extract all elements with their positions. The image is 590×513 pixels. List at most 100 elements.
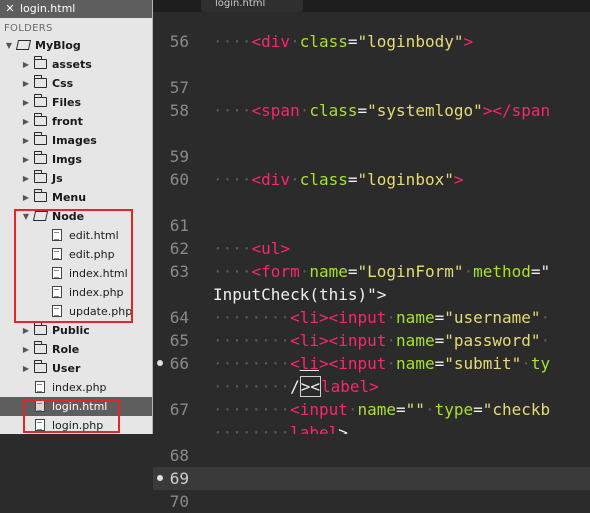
code-token: ········	[213, 308, 291, 327]
folder-icon	[33, 360, 47, 373]
code-token: ········	[213, 423, 291, 434]
close-icon[interactable]: ✕	[4, 3, 16, 15]
tree-folder-item[interactable]: ▶ Menu	[0, 188, 152, 207]
code-token: ><	[318, 331, 339, 350]
code-token: class	[299, 32, 348, 51]
code-token: ·	[386, 354, 397, 373]
code-token: ········	[213, 400, 291, 419]
open-file-label: login.html	[20, 2, 76, 15]
tab-label: login.html	[215, 0, 266, 9]
line-number: 62	[169, 239, 189, 258]
code-token: ty	[530, 354, 551, 373]
line-number: 65	[169, 331, 189, 350]
code-token: ·	[386, 331, 397, 350]
code-token: ·	[386, 308, 397, 327]
chevron-right-icon[interactable]: ▶	[21, 55, 31, 74]
code-token: input	[338, 308, 387, 327]
tree-item-label: Imgs	[52, 153, 82, 166]
code-token: ·	[424, 400, 435, 419]
chevron-right-icon[interactable]: ▶	[21, 112, 31, 131]
tree-item-label: index.php	[52, 381, 107, 394]
code-token: ="	[530, 262, 551, 281]
code-token: <ul>	[251, 239, 291, 258]
tree-folder-item[interactable]: ▶ Images	[0, 131, 152, 150]
sidebar: ✕ login.html FOLDERS ▼ MyBlog ▶ assets ▶ Css ▶…	[0, 0, 153, 434]
code-token: =	[347, 32, 358, 51]
chevron-right-icon[interactable]: ▶	[21, 74, 31, 93]
code-line: ····<div·class="loginbox">	[213, 168, 463, 191]
tree-folder-item[interactable]: ▶ User	[0, 359, 152, 378]
line-number: 69	[169, 469, 189, 488]
code-token: ><	[318, 354, 339, 373]
tree-folder-item[interactable]: ▶ Role	[0, 340, 152, 359]
tree-folder-item[interactable]: ▶ front	[0, 112, 152, 131]
code-token: <div	[251, 32, 291, 51]
folder-icon	[33, 151, 47, 164]
chevron-down-icon[interactable]: ▼	[4, 36, 14, 55]
folder-icon	[33, 341, 47, 354]
tree-folder-item[interactable]: ▶ Js	[0, 169, 152, 188]
line-number: 58	[169, 101, 189, 120]
code-token: =	[396, 400, 406, 419]
open-file-item[interactable]: ✕ login.html	[0, 0, 152, 18]
folder-icon	[33, 56, 47, 69]
tree-folder-item[interactable]: ▶ Public	[0, 321, 152, 340]
code-token: <form	[251, 262, 300, 281]
code-token: >	[453, 170, 464, 189]
tree-folder-item[interactable]: ▶ Files	[0, 93, 152, 112]
tree-folder-item[interactable]: ▶ Css	[0, 74, 152, 93]
code-token: label	[290, 423, 339, 434]
chevron-right-icon[interactable]: ▶	[21, 131, 31, 150]
tree-folder-item[interactable]: ▼ MyBlog	[0, 36, 152, 55]
current-line-highlight	[153, 467, 590, 490]
tree-item-label: front	[52, 115, 83, 128]
code-token: ····	[213, 239, 252, 258]
code-token: class	[299, 170, 348, 189]
code-token: <	[290, 354, 300, 373]
chevron-right-icon[interactable]: ▶	[21, 150, 31, 169]
code-token: =	[434, 308, 445, 327]
code-token: method	[473, 262, 531, 281]
chevron-right-icon[interactable]: ▶	[21, 188, 31, 207]
chevron-right-icon[interactable]: ▶	[21, 340, 31, 359]
tree-item-label: Js	[52, 172, 63, 185]
chevron-right-icon[interactable]: ▶	[21, 169, 31, 188]
code-line: InputCheck(this)">	[213, 283, 386, 306]
line-number: 61	[169, 216, 189, 235]
code-line: ····<div·class="loginbody">	[213, 30, 473, 53]
line-number: 70	[169, 492, 189, 511]
line-number: 64	[169, 308, 189, 327]
code-token: ""	[405, 400, 425, 419]
folder-icon	[33, 189, 47, 202]
code-token: >	[369, 377, 379, 396]
code-line: ········label>	[213, 421, 348, 434]
code-token: ·	[290, 32, 300, 51]
tree-item-label: Css	[52, 77, 74, 90]
code-token: "systemlogo"	[367, 101, 483, 120]
chevron-right-icon[interactable]: ▶	[21, 359, 31, 378]
folder-icon	[33, 113, 47, 126]
tree-file-item[interactable]: index.php	[0, 378, 152, 397]
chevron-right-icon[interactable]: ▶	[21, 93, 31, 112]
tab-login-html[interactable]: login.html	[201, 0, 303, 12]
tree-item-label: Menu	[52, 191, 87, 204]
tree-item-label: assets	[52, 58, 92, 71]
line-number: 68	[169, 446, 189, 465]
folder-icon	[33, 94, 47, 107]
tree-folder-item[interactable]: ▶ assets	[0, 55, 152, 74]
code-token: input	[338, 354, 387, 373]
chevron-right-icon[interactable]: ▶	[21, 321, 31, 340]
code-token: ·	[463, 262, 474, 281]
code-line: ····<ul>	[213, 237, 290, 260]
tree-folder-item[interactable]: ▶ Imgs	[0, 150, 152, 169]
code-token: ·	[521, 354, 531, 373]
code-token: name	[309, 262, 348, 281]
code-token: ><	[299, 376, 321, 397]
code-token: =	[357, 101, 368, 120]
code-token: ·	[290, 170, 300, 189]
code-area[interactable]: ····<div·class="loginbody"> ····<span·cla…	[213, 12, 590, 434]
tab-bar: login.html	[153, 0, 590, 12]
code-token: input	[338, 331, 387, 350]
code-token: ·	[347, 400, 358, 419]
tree-item-label: Role	[52, 343, 80, 356]
